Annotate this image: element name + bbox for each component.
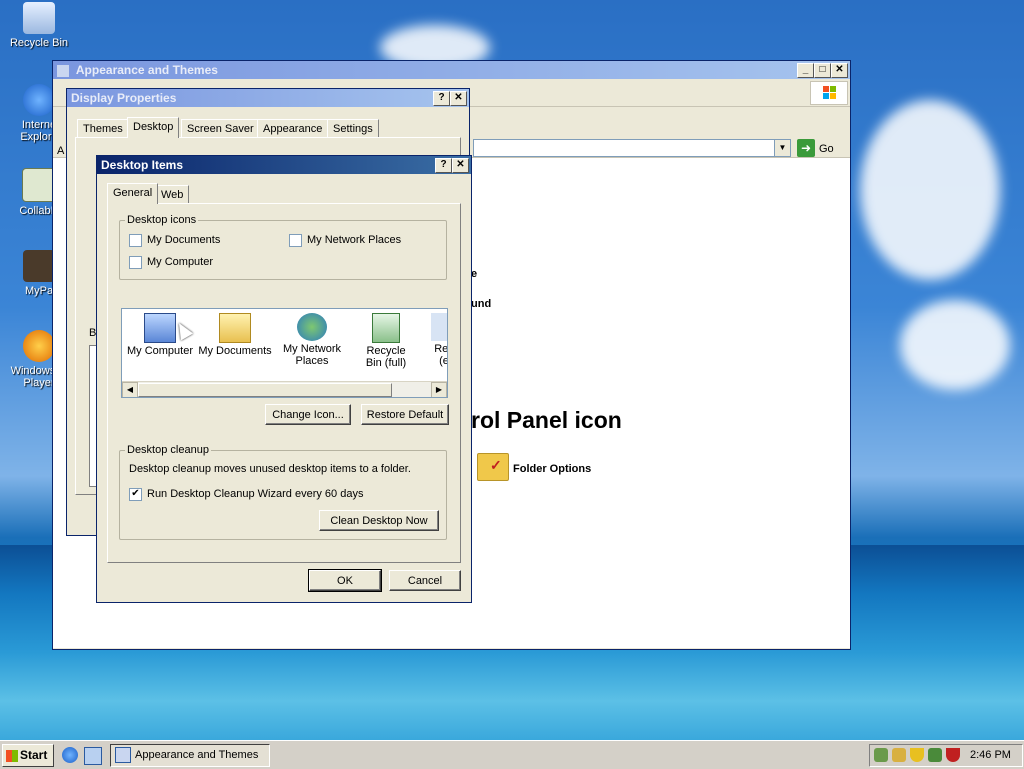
folder-options-icon[interactable]: ✓ (477, 453, 509, 481)
horizontal-scrollbar[interactable]: ◀ ▶ (122, 381, 447, 397)
my-computer-label[interactable]: My Computer (147, 256, 213, 268)
media-player-icon (23, 330, 55, 362)
minimize-button[interactable]: _ (797, 63, 814, 78)
desktop-icon-label: Recycle Bin (9, 37, 69, 49)
change-icon-button[interactable]: Change Icon... (265, 404, 351, 425)
internet-explorer-icon (23, 84, 55, 116)
system-tray: 2:46 PM (869, 744, 1023, 767)
scrollbar-thumb[interactable] (138, 383, 392, 397)
desktop-icons-group: Desktop icons (119, 214, 447, 280)
collabnet-icon (22, 168, 56, 202)
recycle-bin-full-icon (372, 313, 400, 343)
wallpaper-cloud (860, 100, 1000, 280)
window-title-bar[interactable]: Appearance and Themes _ □ ✕ (53, 61, 850, 79)
tab-general[interactable]: General (107, 183, 159, 204)
recycle-bin-icon (23, 2, 55, 34)
tray-network-icon[interactable] (874, 748, 888, 762)
desktop-icon-list: My Computer My Documents My Network Plac… (121, 308, 448, 398)
control-panel-icon (115, 747, 131, 764)
icon-label: Rec (e (434, 343, 448, 367)
quick-launch-ie-icon[interactable] (62, 747, 78, 763)
task-label: Appearance and Themes (135, 749, 259, 761)
tab-appearance[interactable]: Appearance (257, 119, 329, 138)
network-places-icon (297, 313, 327, 341)
tray-update-icon[interactable] (928, 748, 942, 762)
taskbar-task-appearance-themes[interactable]: Appearance and Themes (110, 744, 270, 767)
icon-label: My Documents (198, 345, 272, 357)
my-documents-label[interactable]: My Documents (147, 234, 220, 246)
content-partial-text: und (471, 298, 492, 310)
icon-label: Recycle Bin (full) (365, 345, 407, 369)
group-label: Desktop icons (127, 214, 197, 226)
chevron-down-icon[interactable]: ▼ (774, 140, 790, 156)
clean-desktop-now-button[interactable]: Clean Desktop Now (319, 510, 439, 531)
tab-screen-saver[interactable]: Screen Saver (181, 119, 260, 138)
tray-security-shield-icon[interactable] (910, 748, 924, 762)
help-button[interactable]: ? (435, 158, 452, 173)
my-documents-icon (219, 313, 251, 343)
restore-default-button[interactable]: Restore Default (361, 404, 449, 425)
tab-themes[interactable]: Themes (77, 119, 129, 138)
scroll-left-icon[interactable]: ◀ (122, 382, 138, 397)
go-arrow-icon[interactable]: ➜ (797, 139, 815, 157)
scroll-right-icon[interactable]: ▶ (431, 382, 447, 397)
my-computer-icon (144, 313, 176, 343)
my-documents-checkbox[interactable] (129, 234, 142, 247)
run-wizard-label[interactable]: Run Desktop Cleanup Wizard every 60 days (147, 488, 363, 500)
my-computer-checkbox[interactable] (129, 256, 142, 269)
tab-settings[interactable]: Settings (327, 119, 379, 138)
control-panel-icon (57, 64, 69, 77)
list-item-network-places[interactable]: My Network Places (276, 313, 348, 367)
content-heading: rol Panel icon (471, 407, 622, 433)
icon-label: My Network Places (282, 343, 342, 367)
window-title: Appearance and Themes (75, 63, 218, 77)
my-network-places-checkbox[interactable] (289, 234, 302, 247)
display-properties-title-bar[interactable]: Display Properties ? ✕ (67, 89, 469, 107)
cancel-button[interactable]: Cancel (389, 570, 461, 591)
windows-logo-icon (810, 81, 848, 105)
list-item-recycle-bin-full[interactable]: Recycle Bin (full) (350, 313, 422, 369)
cleanup-description: Desktop cleanup moves unused desktop ite… (129, 463, 411, 475)
windows-flag-icon (6, 749, 18, 762)
folder-options-link[interactable]: Folder Options (513, 463, 591, 475)
desktop-items-dialog: Desktop Items ? ✕ General Web Desktop ic… (96, 155, 472, 603)
group-label: Desktop cleanup (127, 444, 209, 456)
tab-web[interactable]: Web (155, 185, 190, 204)
tab-desktop[interactable]: Desktop (127, 117, 180, 138)
close-button[interactable]: ✕ (450, 91, 467, 106)
icon-label: My Computer (126, 345, 194, 357)
close-button[interactable]: ✕ (452, 158, 469, 173)
tray-key-icon[interactable] (892, 748, 906, 762)
start-label: Start (20, 748, 48, 762)
recycle-bin-empty-icon (431, 313, 447, 341)
wallpaper-cloud (900, 300, 1010, 390)
desktop-icon-recycle-bin[interactable]: Recycle Bin (2, 2, 76, 49)
my-network-places-label[interactable]: My Network Places (307, 234, 401, 246)
run-wizard-checkbox[interactable]: ✔ (129, 488, 142, 501)
tray-alert-shield-icon[interactable] (946, 748, 960, 762)
maximize-button[interactable]: □ (814, 63, 831, 78)
partial-label: A (57, 145, 65, 157)
help-button[interactable]: ? (433, 91, 450, 106)
desktop-items-title-bar[interactable]: Desktop Items ? ✕ (97, 156, 471, 174)
list-item-recycle-bin-empty[interactable]: Rec (e (424, 313, 448, 367)
ok-button[interactable]: OK (308, 569, 382, 592)
taskbar-clock[interactable]: 2:46 PM (970, 749, 1011, 761)
dialog-title: Desktop Items (101, 158, 184, 172)
list-item-my-documents[interactable]: My Documents (198, 313, 272, 357)
quick-launch-desktop-icon[interactable] (84, 747, 102, 765)
display-tabs: Themes Desktop Screen Saver Appearance S… (77, 117, 457, 138)
start-button[interactable]: Start (2, 744, 54, 767)
go-button-label[interactable]: Go (819, 143, 834, 155)
mypa-icon (23, 250, 55, 282)
address-field[interactable]: ▼ (473, 139, 791, 157)
close-button[interactable]: ✕ (831, 63, 848, 78)
window-title: Display Properties (71, 91, 177, 105)
taskbar: Start Appearance and Themes 2:46 PM (0, 740, 1024, 769)
